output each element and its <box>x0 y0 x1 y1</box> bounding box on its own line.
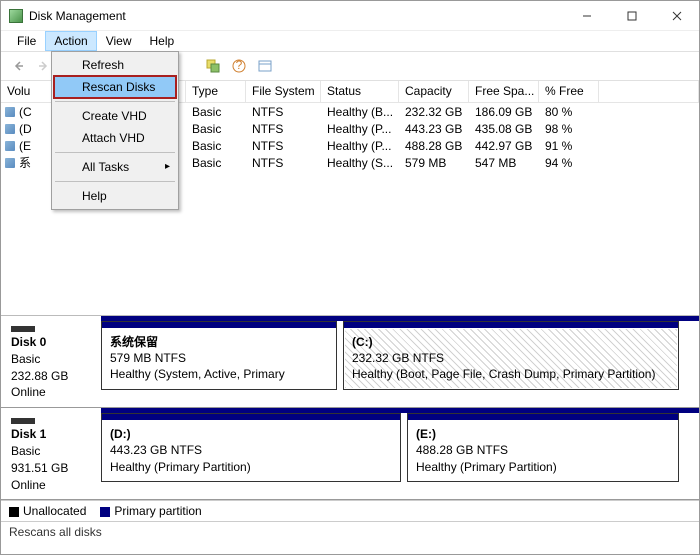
menu-all-tasks[interactable]: All Tasks▸ <box>54 156 176 178</box>
minimize-button[interactable] <box>564 1 609 31</box>
menu-file[interactable]: File <box>9 32 44 50</box>
partition[interactable]: (C:) 232.32 GB NTFS Healthy (Boot, Page … <box>343 321 679 390</box>
col-free[interactable]: Free Spa... <box>469 81 539 102</box>
volume-row[interactable]: 系 <box>1 154 56 171</box>
chevron-right-icon: ▸ <box>165 161 170 172</box>
drive-icon <box>5 107 15 117</box>
volume-row[interactable]: (C <box>1 103 56 120</box>
menu-separator <box>55 101 175 102</box>
menu-separator <box>55 152 175 153</box>
col-status[interactable]: Status <box>321 81 399 102</box>
menu-rescan-disks[interactable]: Rescan Disks <box>54 76 176 98</box>
disk-section: Disk 0 Basic 232.88 GB Online 系统保留 579 M… <box>1 316 699 408</box>
disk-size: 232.88 GB <box>11 368 95 385</box>
legend-unallocated: Unallocated <box>9 504 86 518</box>
help-icon[interactable]: ? <box>228 55 250 77</box>
partition-title: (E:) <box>416 426 670 442</box>
partition-title: (C:) <box>352 334 670 350</box>
disk-size: 931.51 GB <box>11 460 95 477</box>
col-filesystem[interactable]: File System <box>246 81 321 102</box>
partition-title: 系统保留 <box>110 334 328 350</box>
maximize-button[interactable] <box>609 1 654 31</box>
disk-state: Online <box>11 477 95 494</box>
disk-state: Online <box>11 384 95 401</box>
legend-primary: Primary partition <box>100 504 201 518</box>
col-volume[interactable]: Volu <box>1 81 56 102</box>
menu-help-item[interactable]: Help <box>54 185 176 207</box>
menu-action[interactable]: Action <box>46 32 95 50</box>
partition[interactable]: (E:) 488.28 GB NTFS Healthy (Primary Par… <box>407 413 679 482</box>
partition-size: 579 MB NTFS <box>110 350 328 366</box>
volume-row[interactable]: (D <box>1 120 56 137</box>
col-type[interactable]: Type <box>186 81 246 102</box>
drive-icon <box>5 124 15 134</box>
disk-label[interactable]: Disk 1 Basic 931.51 GB Online <box>1 408 101 499</box>
app-icon <box>9 9 23 23</box>
menu-separator <box>55 181 175 182</box>
disk-kind: Basic <box>11 443 95 460</box>
svg-text:?: ? <box>236 58 243 72</box>
volume-data: Basic NTFS Healthy (B... 232.32 GB 186.0… <box>186 103 699 315</box>
status-bar: Rescans all disks <box>1 522 699 542</box>
partition-size: 443.23 GB NTFS <box>110 442 392 458</box>
disk-kind: Basic <box>11 351 95 368</box>
col-spacer <box>599 81 699 102</box>
menu-create-vhd[interactable]: Create VHD <box>54 105 176 127</box>
partition[interactable]: 系统保留 579 MB NTFS Healthy (System, Active… <box>101 321 337 390</box>
swatch-navy <box>100 507 110 517</box>
back-button[interactable] <box>7 55 29 77</box>
disk-name: Disk 0 <box>11 335 46 349</box>
partition-size: 488.28 GB NTFS <box>416 442 670 458</box>
close-button[interactable] <box>654 1 699 31</box>
disk-label[interactable]: Disk 0 Basic 232.88 GB Online <box>1 316 101 407</box>
volume-name-column: (C (D (E 系 <box>1 103 56 315</box>
disk-section: Disk 1 Basic 931.51 GB Online (D:) 443.2… <box>1 408 699 500</box>
disk-graphical-pane: Disk 0 Basic 232.88 GB Online 系统保留 579 M… <box>1 315 699 500</box>
menu-refresh[interactable]: Refresh <box>54 54 176 76</box>
col-pct-free[interactable]: % Free <box>539 81 599 102</box>
table-row[interactable]: Basic NTFS Healthy (B... 232.32 GB 186.0… <box>186 103 699 120</box>
partition-status: Healthy (System, Active, Primary <box>110 366 328 382</box>
partition-status: Healthy (Primary Partition) <box>416 459 670 475</box>
partition-status: Healthy (Primary Partition) <box>110 459 392 475</box>
legend: Unallocated Primary partition <box>1 500 699 522</box>
drive-icon <box>5 141 15 151</box>
partition-title: (D:) <box>110 426 392 442</box>
swatch-black <box>9 507 19 517</box>
menu-help[interactable]: Help <box>142 32 183 50</box>
volume-row[interactable]: (E <box>1 137 56 154</box>
action-dropdown: Refresh Rescan Disks Create VHD Attach V… <box>51 51 179 210</box>
table-row[interactable]: Basic NTFS Healthy (S... 579 MB 547 MB 9… <box>186 154 699 171</box>
disk-icon <box>11 326 35 332</box>
partition[interactable]: (D:) 443.23 GB NTFS Healthy (Primary Par… <box>101 413 401 482</box>
menu-view[interactable]: View <box>98 32 140 50</box>
titlebar: Disk Management <box>1 1 699 31</box>
table-row[interactable]: Basic NTFS Healthy (P... 488.28 GB 442.9… <box>186 137 699 154</box>
drive-icon <box>5 158 15 168</box>
menubar: File Action View Help <box>1 31 699 51</box>
window-title: Disk Management <box>29 9 126 23</box>
menu-attach-vhd[interactable]: Attach VHD <box>54 127 176 149</box>
disk-icon <box>11 418 35 424</box>
table-row[interactable]: Basic NTFS Healthy (P... 443.23 GB 435.0… <box>186 120 699 137</box>
disk-name: Disk 1 <box>11 427 46 441</box>
partition-status: Healthy (Boot, Page File, Crash Dump, Pr… <box>352 366 670 382</box>
refresh-icon[interactable] <box>202 55 224 77</box>
partition-size: 232.32 GB NTFS <box>352 350 670 366</box>
col-capacity[interactable]: Capacity <box>399 81 469 102</box>
properties-icon[interactable] <box>254 55 276 77</box>
